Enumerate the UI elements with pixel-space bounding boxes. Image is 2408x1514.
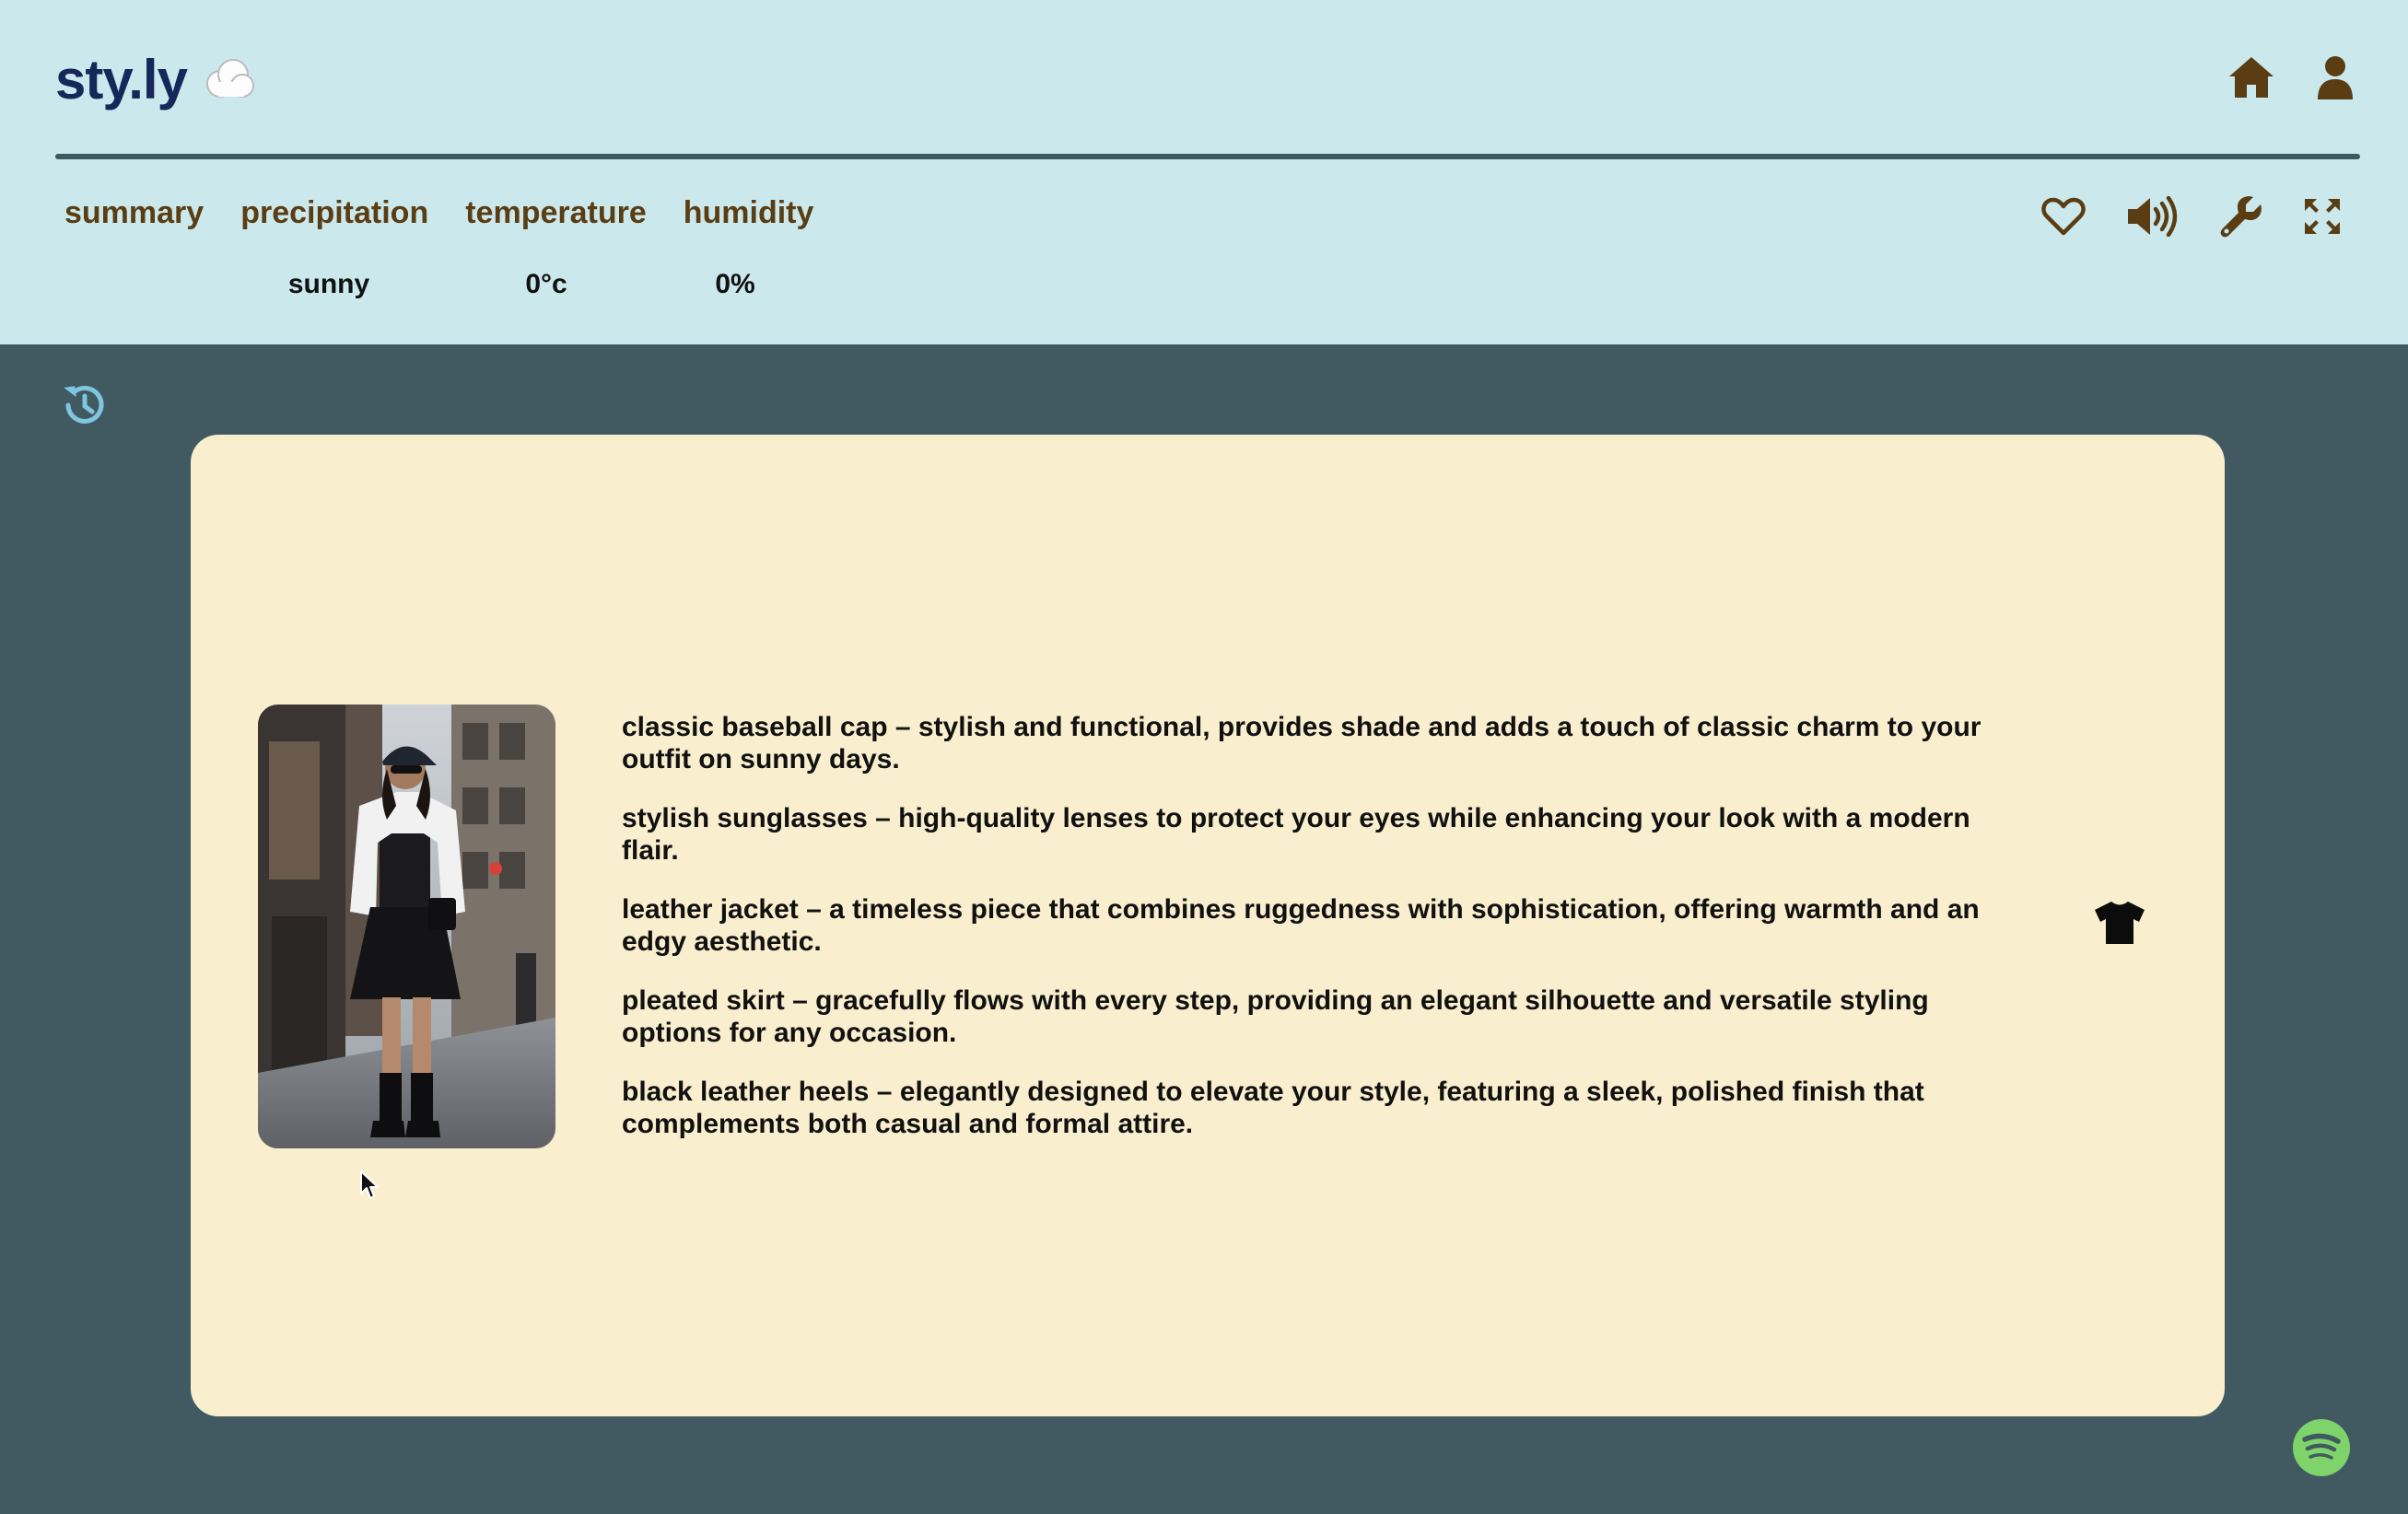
spotify-icon[interactable] [2292,1418,2351,1477]
volume-icon[interactable] [2126,196,2180,237]
cloud-icon [205,58,254,98]
logo[interactable]: sty.ly [55,48,257,111]
weather-tabs: summary precipitation temperature humidi… [64,195,850,231]
expand-icon[interactable] [2303,197,2342,236]
logo-text: sty.ly [55,49,188,111]
tab-precipitation[interactable]: precipitation [240,195,428,231]
outfit-description: classic baseball cap – stylish and funct… [622,711,1985,1167]
outfit-item: pleated skirt – gracefully flows with ev… [622,985,1929,1048]
outfit-item: black leather heels – elegantly designed… [622,1077,1924,1139]
toolbar [2041,195,2342,238]
tab-humidity[interactable]: humidity [684,195,814,231]
weather-summary-value: sunny [287,269,370,299]
wrench-icon[interactable] [2220,195,2262,238]
tab-summary[interactable]: summary [64,195,204,231]
home-icon[interactable] [2227,55,2275,99]
tab-temperature[interactable]: temperature [465,195,647,231]
weather-temperature-value: 0°c [525,269,567,299]
history-icon[interactable] [61,381,109,429]
heart-icon[interactable] [2041,197,2086,236]
outfit-item: stylish sunglasses – high-quality lenses… [622,803,1970,866]
outfit-item: leather jacket – a timeless piece that c… [622,894,1980,957]
mouse-cursor-icon [360,1170,379,1199]
user-icon[interactable] [2316,55,2355,99]
outfit-item: classic baseball cap – stylish and funct… [622,712,1981,774]
weather-humidity-value: 0% [715,269,755,299]
outfit-photo [258,705,555,1148]
header-divider [55,154,2360,159]
header: sty.ly summary precipitation temperature… [0,0,2408,344]
outfit-card: classic baseball cap – stylish and funct… [191,435,2225,1416]
shirt-icon[interactable] [2093,900,2146,946]
